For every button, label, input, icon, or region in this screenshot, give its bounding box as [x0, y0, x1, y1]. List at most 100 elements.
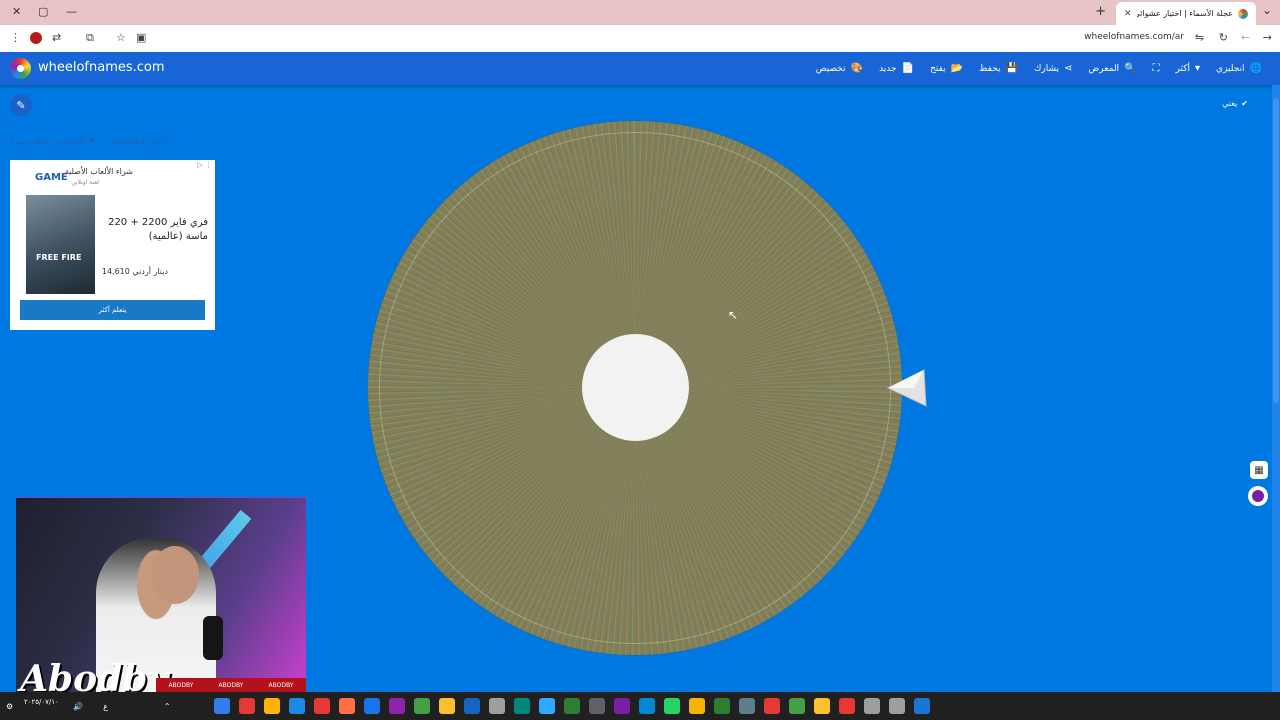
taskbar-app-icon[interactable] [914, 698, 930, 714]
extension-side-icon[interactable]: ▦ [1250, 461, 1268, 479]
site-name[interactable]: wheelofnames.com [38, 60, 165, 75]
menu-share-label: يشارك [1033, 63, 1060, 74]
palette-icon: 🎨 [850, 63, 864, 74]
microphone-icon [203, 616, 223, 660]
taskbar-app-icon[interactable] [614, 698, 630, 714]
site-settings-icon[interactable]: ⇋ [1195, 31, 1204, 44]
menu-gallery-label: المعرض [1088, 63, 1120, 74]
check-icon: ✔ [1241, 99, 1248, 108]
taskbar-app-icon[interactable] [789, 698, 805, 714]
taskbar-app-icon[interactable] [564, 698, 580, 714]
taskbar-app-icon[interactable] [264, 698, 280, 714]
menu-fullscreen[interactable]: ⛶ [1153, 63, 1160, 74]
taskbar-app-icon[interactable] [889, 698, 905, 714]
taskbar-app-icon[interactable] [489, 698, 505, 714]
ad-learn-more-button[interactable]: يتعلم أكثر [20, 300, 205, 320]
address-bar[interactable]: wheelofnames.com/ar [1084, 32, 1184, 42]
tab-search-icon[interactable]: ⌄ [1262, 3, 1272, 17]
taskbar-app-icon[interactable] [464, 698, 480, 714]
menu-share[interactable]: ⋖ يشارك [1034, 63, 1072, 74]
info-icon: ⓘ [159, 137, 168, 146]
extension-icon[interactable]: ⇄ [52, 31, 61, 44]
scrollbar-thumb[interactable] [1273, 98, 1279, 403]
tab-close-icon[interactable]: ✕ [1124, 9, 1132, 19]
close-window-icon[interactable]: ✕ [12, 5, 21, 18]
volume-icon[interactable]: 🔊 [73, 702, 83, 711]
taskbar-app-icon[interactable] [389, 698, 405, 714]
input-language[interactable]: ع [103, 702, 108, 711]
pencil-icon: ✎ [16, 98, 26, 112]
check-option[interactable]: يغني ✔ [1222, 99, 1248, 108]
taskbar-app-icon[interactable] [289, 698, 305, 714]
taskbar-app-icon[interactable] [214, 698, 230, 714]
ad-image-text: FREE FIRE [36, 253, 82, 262]
menu-customize[interactable]: 🎨 تخصيص [816, 63, 863, 74]
taskbar-app-icon[interactable] [839, 698, 855, 714]
share-icon: ⋖ [1064, 63, 1073, 74]
advertisement[interactable]: ▷ ⋮ GAME شراء الألعاب الأصلية لعبة اونلا… [10, 160, 215, 330]
ad-product-name: فري فاير 2200 + 220 ماسة (عالمية) [108, 217, 208, 242]
taskbar-clock: ٢٠٢٥/٠٧/١٠ [24, 698, 59, 706]
menu-customize-label: تخصيص [815, 63, 846, 74]
ad-product-image: FREE FIRE [26, 195, 95, 294]
taskbar-app-icon[interactable] [539, 698, 555, 714]
tray-settings-icon[interactable]: ⚙ [6, 702, 13, 711]
search-icon: 🔍 [1124, 63, 1137, 74]
taskbar-app-icon[interactable] [514, 698, 530, 714]
puzzle-extensions-icon[interactable]: ⧉ [86, 31, 94, 45]
taskbar-app-icon[interactable] [639, 698, 655, 714]
taskbar-app-icon[interactable] [414, 698, 430, 714]
adchoices-icon[interactable]: ▷ ⋮ [197, 161, 212, 169]
reload-icon[interactable]: ↻ [1219, 31, 1228, 44]
taskbar-app-icon[interactable] [739, 698, 755, 714]
windows-taskbar: ⚙ 🔊 ع ⌃ [0, 692, 1280, 720]
report-ad-link[interactable]: الإعلان عن إعلان سيء ⚑ [10, 136, 96, 147]
taskbar-app-icon[interactable] [314, 698, 330, 714]
manage-ads-link[interactable]: إدارة الإعلانات ⓘ [110, 136, 168, 147]
reading-mode-icon[interactable]: ▣ [136, 31, 146, 44]
menu-open-label: يفتح [930, 63, 946, 74]
taskbar-app-icon[interactable] [714, 698, 730, 714]
taskbar-app-icon[interactable] [239, 698, 255, 714]
menu-open[interactable]: 📂 يفتح [930, 63, 963, 74]
browser-menu-icon[interactable]: ⋮ [10, 31, 21, 44]
system-tray: ⚙ 🔊 ع ⌃ [6, 692, 171, 720]
taskbar-apps [214, 692, 930, 720]
fullscreen-icon: ⛶ [1152, 63, 1160, 74]
taskbar-app-icon[interactable] [439, 698, 455, 714]
taskbar-app-icon[interactable] [764, 698, 780, 714]
taskbar-app-icon[interactable] [589, 698, 605, 714]
new-tab-button[interactable]: + [1095, 4, 1106, 19]
browser-title-bar: ✕ ▢ — + ✕ عجلة الأسماء | اختيار عشوائي ل… [0, 0, 1280, 25]
menu-gallery[interactable]: 🔍 المعرض [1088, 63, 1136, 74]
taskbar-app-icon[interactable] [689, 698, 705, 714]
menu-save-label: يحفظ [979, 63, 1001, 74]
profile-avatar[interactable] [30, 32, 42, 44]
browser-tab[interactable]: ✕ عجلة الأسماء | اختيار عشوائي للأ [1116, 2, 1256, 25]
webcam-overlay: Abodby ABODBY ABODBY ABODBY [16, 497, 306, 693]
minimize-window-icon[interactable]: — [66, 5, 77, 18]
taskbar-app-icon[interactable] [664, 698, 680, 714]
menu-new[interactable]: 📄 جديد [879, 63, 914, 74]
forward-icon[interactable]: ← [1241, 31, 1250, 44]
menu-language[interactable]: 🌐 انجليزي [1216, 63, 1262, 74]
back-icon[interactable]: → [1263, 31, 1272, 44]
taskbar-app-icon[interactable] [814, 698, 830, 714]
taskbar-app-icon[interactable] [339, 698, 355, 714]
edit-pencil-button[interactable]: ✎ [10, 94, 32, 116]
bookmark-star-icon[interactable]: ☆ [116, 31, 126, 44]
tray-overflow-icon[interactable]: ⌃ [164, 702, 171, 711]
streamer-head [151, 546, 199, 604]
taskbar-app-icon[interactable] [864, 698, 880, 714]
save-icon: 💾 [1005, 63, 1018, 74]
wheel-logo-icon[interactable] [10, 58, 31, 79]
social-handle: ABODBY [218, 681, 244, 689]
folder-icon: 📂 [950, 63, 964, 74]
maximize-window-icon[interactable]: ▢ [38, 5, 48, 18]
taskbar-app-icon[interactable] [364, 698, 380, 714]
wheel-center-button[interactable] [582, 334, 689, 441]
assistant-side-icon[interactable] [1248, 486, 1268, 506]
social-handle: ABODBY [268, 681, 294, 689]
menu-more[interactable]: ▾ أكثر [1176, 63, 1201, 74]
menu-save[interactable]: 💾 يحفظ [979, 63, 1018, 74]
